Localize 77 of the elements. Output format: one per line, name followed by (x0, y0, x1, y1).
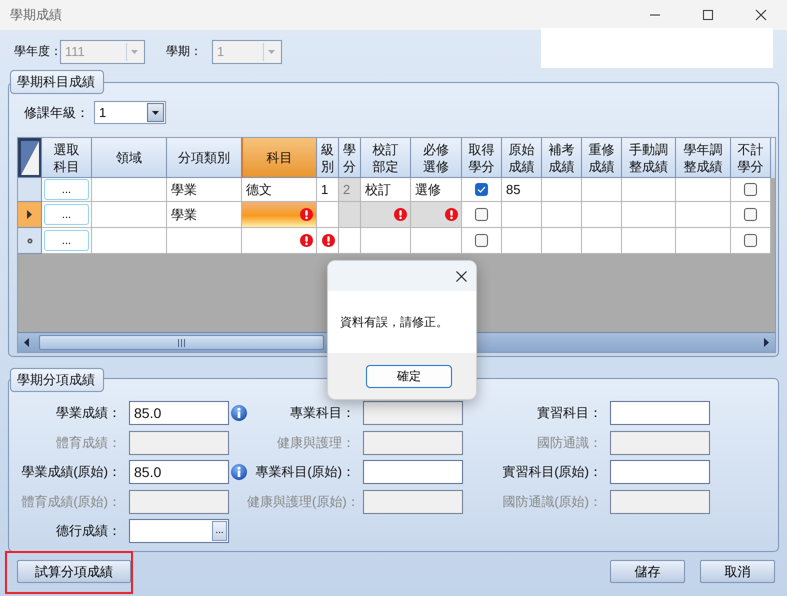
checkbox[interactable] (475, 234, 488, 247)
field-label: 學業成績： (55, 404, 122, 422)
table-cell[interactable] (242, 202, 317, 228)
error-icon (322, 234, 335, 247)
checkbox[interactable] (475, 183, 488, 196)
field-label: 學年度： (14, 43, 60, 60)
field-label: 國防通識(原始)： (501, 492, 603, 510)
field-label: 修課年級： (24, 104, 90, 122)
checkbox[interactable] (744, 234, 757, 247)
table-cell[interactable] (92, 228, 167, 254)
field-label: 體育成績(原始)： (20, 492, 122, 510)
input-field[interactable] (610, 460, 710, 484)
input-field[interactable]: 85.0 (129, 401, 229, 425)
field-label: 國防通識： (536, 434, 603, 452)
field-label: 健康與護理(原始)： (247, 492, 361, 510)
checkbox[interactable] (744, 183, 757, 196)
group-title: 學期分項成績 (10, 368, 104, 392)
scroll-thumb[interactable] (39, 335, 324, 350)
field-label: 學期： (166, 43, 203, 60)
field-label: 專業科目： (289, 404, 356, 422)
action-button[interactable]: 取消 (700, 560, 775, 583)
calculate-button[interactable]: 試算分項成績 (17, 560, 131, 583)
input-field[interactable]: ... (129, 519, 229, 543)
field-label: 實習科目： (536, 404, 603, 422)
table-cell[interactable] (502, 228, 542, 254)
group-title: 學期科目成績 (10, 70, 104, 94)
action-button[interactable]: 儲存 (610, 560, 685, 583)
new-row-icon (26, 238, 32, 244)
select-button[interactable]: ... (44, 230, 89, 251)
table-cell[interactable] (339, 202, 361, 228)
input-field[interactable] (363, 460, 463, 484)
table-cell[interactable] (411, 202, 462, 228)
scroll-left-icon[interactable] (24, 338, 29, 347)
table-cell[interactable] (361, 228, 411, 254)
current-row-icon (27, 210, 32, 219)
table-cell[interactable] (676, 228, 731, 254)
table-cell[interactable] (542, 228, 582, 254)
table-cell[interactable] (317, 228, 339, 254)
table-cell[interactable] (582, 228, 622, 254)
error-icon (300, 234, 313, 247)
checkbox[interactable] (475, 208, 488, 221)
error-icon (394, 208, 407, 221)
field-label: 體育成績： (55, 434, 122, 452)
dropdown-arrow-icon[interactable] (152, 110, 159, 114)
picker-button[interactable]: ... (212, 521, 227, 541)
corner-header[interactable] (18, 138, 42, 178)
input-field[interactable]: 85.0 (129, 460, 229, 484)
input-field[interactable] (610, 401, 710, 425)
ok-button[interactable]: 確定 (366, 364, 452, 388)
table-cell[interactable] (411, 228, 462, 254)
table-cell[interactable] (167, 228, 242, 254)
table-cell[interactable] (622, 228, 676, 254)
window-title: 學期成績 (10, 6, 62, 24)
maximize-icon[interactable] (702, 9, 714, 21)
field-label: 實習科目(原始)： (501, 463, 603, 481)
error-icon (300, 208, 313, 221)
table-cell[interactable] (361, 202, 411, 228)
close-icon[interactable] (456, 270, 467, 282)
select-button[interactable]: ... (44, 179, 89, 200)
checkbox[interactable] (744, 208, 757, 221)
select-button[interactable]: ... (44, 204, 89, 225)
field-label: 專業科目(原始)： (254, 463, 356, 481)
dropdown[interactable]: 1 (94, 101, 166, 124)
row-header[interactable] (18, 228, 42, 254)
field-label: 健康與護理： (276, 434, 356, 452)
table-cell[interactable] (339, 228, 361, 254)
info-icon[interactable] (231, 405, 247, 421)
scroll-right-icon[interactable] (764, 338, 769, 347)
field-label: 德行成績： (55, 522, 122, 540)
dialog-message: 資料有誤，請修正。 (340, 314, 448, 330)
column-header[interactable]: 科目 (242, 138, 317, 178)
close-icon[interactable] (755, 9, 767, 21)
table-cell[interactable] (242, 228, 317, 254)
row-header[interactable] (18, 202, 42, 228)
error-icon (445, 208, 458, 221)
field-label: 學業成績(原始)： (20, 463, 122, 481)
info-icon[interactable] (231, 464, 247, 480)
